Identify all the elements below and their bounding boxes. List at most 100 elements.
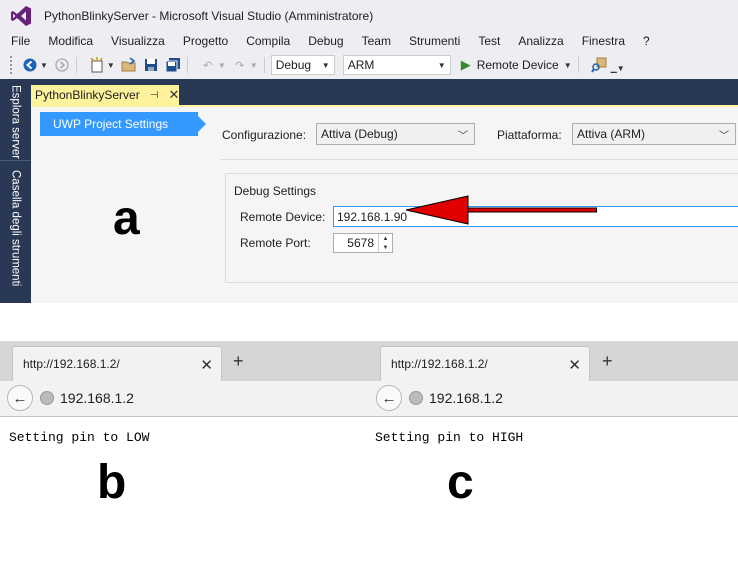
- menu-bar: File Modifica Visualizza Progetto Compil…: [0, 32, 658, 50]
- back-dropdown-icon[interactable]: ▼: [40, 61, 48, 70]
- navigation-bar: ← 192.168.1.2: [0, 381, 369, 417]
- server-explorer-tab[interactable]: Esplora server: [0, 85, 31, 161]
- visual-studio-window: PythonBlinkyServer - Microsoft Visual St…: [0, 0, 738, 303]
- address-input[interactable]: 192.168.1.2: [60, 390, 134, 406]
- panel-label-c: c: [447, 456, 474, 509]
- debug-settings-group: Debug Settings Remote Device: 192.168.1.…: [225, 173, 738, 283]
- nav-item-label: UWP Project Settings: [53, 117, 169, 131]
- menu-visualizza[interactable]: Visualizza: [101, 34, 173, 48]
- toolbar-separator: [263, 57, 265, 73]
- solution-platform-value: ARM: [347, 58, 375, 72]
- save-all-icon[interactable]: [165, 57, 181, 73]
- back-button[interactable]: ←: [7, 385, 33, 411]
- undo-dropdown-icon[interactable]: ▼: [218, 61, 226, 70]
- browser-tab[interactable]: http://192.168.1.2/ ✕: [12, 346, 222, 381]
- spin-down-icon[interactable]: ▼: [379, 243, 392, 252]
- find-in-files-icon[interactable]: [590, 57, 607, 73]
- back-button[interactable]: ←: [376, 385, 402, 411]
- arrow-left-icon: ←: [12, 389, 28, 407]
- page-content: Setting pin to HIGH: [375, 430, 524, 445]
- tab-title: http://192.168.1.2/: [23, 357, 120, 371]
- open-file-icon[interactable]: [121, 57, 137, 73]
- remote-device-label: Remote Device:: [240, 210, 326, 224]
- debug-settings-title: Debug Settings: [234, 184, 317, 198]
- globe-icon: [40, 391, 54, 405]
- tab-bar: http://192.168.1.2/ ✕ +: [369, 341, 738, 381]
- document-tab-label: PythonBlinkyServer: [35, 88, 140, 102]
- spin-up-icon[interactable]: ▲: [379, 234, 392, 243]
- title-bar: PythonBlinkyServer - Microsoft Visual St…: [0, 0, 738, 32]
- toolbar-overflow-icon[interactable]: ▁▼: [611, 64, 625, 73]
- solution-configuration-combo[interactable]: Debug ▼: [270, 55, 335, 75]
- globe-icon: [409, 391, 423, 405]
- run-dropdown-icon[interactable]: ▼: [564, 61, 572, 70]
- toolbox-tab[interactable]: Casella degli strumenti: [0, 165, 31, 291]
- menu-strumenti[interactable]: Strumenti: [399, 34, 468, 48]
- menu-finestra[interactable]: Finestra: [572, 34, 633, 48]
- save-icon[interactable]: [143, 57, 159, 73]
- navigate-forward-icon[interactable]: [54, 57, 70, 73]
- tab-bar: http://192.168.1.2/ ✕ +: [0, 341, 369, 381]
- chevron-down-icon: ▼: [437, 60, 446, 70]
- close-tab-icon[interactable]: ✕: [200, 356, 213, 374]
- document-tab[interactable]: PythonBlinkyServer ⊣ ✕: [31, 85, 179, 105]
- menu-help[interactable]: ?: [633, 34, 658, 48]
- panel-label-b: b: [97, 456, 127, 509]
- remote-port-stepper[interactable]: 5678 ▲ ▼: [333, 233, 393, 253]
- panel-label-a: a: [113, 192, 140, 245]
- new-dropdown-icon[interactable]: ▼: [107, 61, 115, 70]
- menu-team[interactable]: Team: [352, 34, 399, 48]
- start-debugging-label: Remote Device: [476, 58, 559, 72]
- window-title: PythonBlinkyServer - Microsoft Visual St…: [44, 9, 374, 23]
- toolbar-grip[interactable]: [10, 56, 16, 74]
- configuration-label: Configurazione:: [222, 128, 307, 142]
- menu-file[interactable]: File: [0, 34, 38, 48]
- configuration-select[interactable]: Attiva (Debug) ﹀: [316, 123, 475, 145]
- toolbar-separator: [577, 57, 579, 73]
- standard-toolbar: ▼ ▼ ↶ ▼ ↷ ▼ Debug ▼ ARM ▼ ▶ Remote Devic…: [0, 52, 738, 78]
- start-debugging-button[interactable]: ▶ Remote Device ▼: [461, 57, 572, 73]
- platform-select[interactable]: Attiva (ARM) ﹀: [572, 123, 736, 145]
- chevron-down-icon: ﹀: [719, 130, 729, 142]
- page-content: Setting pin to LOW: [9, 430, 150, 445]
- solution-configuration-value: Debug: [275, 58, 312, 72]
- toolbar-separator: [186, 57, 188, 73]
- menu-test[interactable]: Test: [468, 34, 508, 48]
- solution-platform-combo[interactable]: ARM ▼: [342, 55, 451, 75]
- browser-tab[interactable]: http://192.168.1.2/ ✕: [380, 346, 590, 381]
- menu-compila[interactable]: Compila: [236, 34, 298, 48]
- browser-window-low: http://192.168.1.2/ ✕ + ← 192.168.1.2 Se…: [0, 341, 369, 567]
- chevron-down-icon: ▼: [321, 60, 330, 70]
- address-input[interactable]: 192.168.1.2: [429, 390, 503, 406]
- configuration-value: Attiva (Debug): [321, 127, 398, 141]
- platform-value: Attiva (ARM): [577, 127, 646, 141]
- ide-workspace: Esplora server Casella degli strumenti P…: [0, 79, 738, 303]
- menu-debug[interactable]: Debug: [298, 34, 351, 48]
- menu-analizza[interactable]: Analizza: [508, 34, 571, 48]
- navigate-back-icon[interactable]: [22, 57, 38, 73]
- undo-icon[interactable]: ↶: [200, 57, 216, 73]
- remote-port-label: Remote Port:: [240, 236, 311, 250]
- tool-window-strip: Esplora server Casella degli strumenti: [0, 79, 31, 303]
- new-project-icon[interactable]: [89, 57, 105, 73]
- browser-window-high: http://192.168.1.2/ ✕ + ← 192.168.1.2 Se…: [369, 341, 738, 567]
- close-icon[interactable]: ✕: [168, 87, 179, 103]
- nav-item-uwp-project-settings[interactable]: UWP Project Settings: [40, 112, 206, 136]
- pin-icon[interactable]: ⊣: [150, 90, 159, 101]
- menu-modifica[interactable]: Modifica: [38, 34, 101, 48]
- navigation-bar: ← 192.168.1.2: [369, 381, 738, 417]
- redo-dropdown-icon[interactable]: ▼: [250, 61, 258, 70]
- redo-icon[interactable]: ↷: [232, 57, 248, 73]
- red-arrow-annotation: [405, 195, 597, 225]
- spinner-buttons: ▲ ▼: [378, 234, 392, 252]
- divider: [220, 159, 738, 160]
- new-tab-icon[interactable]: +: [233, 351, 244, 372]
- remote-device-value: 192.168.1.90: [337, 209, 408, 224]
- new-tab-icon[interactable]: +: [602, 351, 613, 372]
- chevron-down-icon: ﹀: [458, 130, 468, 142]
- menu-progetto[interactable]: Progetto: [173, 34, 236, 48]
- visual-studio-logo-icon: [11, 6, 31, 26]
- platform-label: Piattaforma:: [497, 128, 562, 142]
- close-tab-icon[interactable]: ✕: [568, 356, 581, 374]
- remote-port-value: 5678: [347, 236, 374, 250]
